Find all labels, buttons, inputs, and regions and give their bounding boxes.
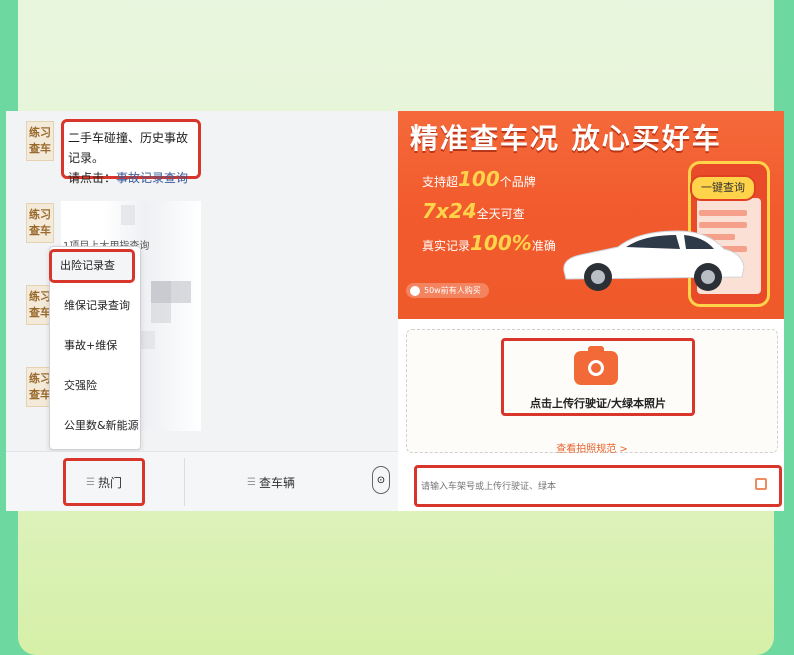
screenshot-composite: 练习 查车 二手车碰撞、历史事故记录。 请点击：事故记录查询 练习 查车 练习 查车 … — [6, 111, 784, 511]
tab-hot[interactable]: ☰ 热门 — [63, 458, 145, 506]
buyer-badge: 50w前有人购买 — [406, 283, 489, 298]
tab-divider — [184, 458, 185, 506]
quick-menu: 出险记录查 维保记录查询 事故+维保 交强险 公里数&新能源 — [49, 246, 141, 450]
bubble-prefix: 请点击： — [68, 171, 117, 185]
menu-item-maintenance[interactable]: 维保记录查询 — [56, 291, 142, 321]
vin-search-box — [414, 465, 782, 507]
vin-input[interactable] — [419, 474, 743, 500]
bot-avatar: 练习 查车 — [26, 203, 54, 243]
photo-guide-link[interactable]: 查看拍照规范 > — [407, 440, 777, 455]
menu-icon: ☰ — [86, 476, 95, 488]
robot-icon[interactable]: ⊙ — [372, 466, 390, 494]
bot-avatar: 练习 查车 — [26, 121, 54, 161]
tab-hot-label: 热门 — [97, 475, 122, 490]
camera-icon — [574, 346, 618, 385]
menu-item-mileage[interactable]: 公里数&新能源 — [56, 411, 142, 441]
scan-icon[interactable] — [755, 478, 767, 490]
banner-slogan: 精准查车况 放心买好车 — [410, 122, 722, 155]
menu-icon: ☰ — [247, 476, 256, 488]
feature-24h: 7x24全天可查 — [422, 199, 525, 223]
feature-brands: 支持超100个品牌 — [422, 167, 536, 191]
bubble-line-1: 二手车碰撞、历史事故记录。 — [68, 131, 189, 165]
promo-banner: 精准查车况 放心买好车 支持超100个品牌 7x24全天可查 真实记录100%准… — [398, 111, 784, 319]
car-illustration — [563, 230, 745, 291]
upload-label: 点击上传行驶证/大绿本照片 — [529, 397, 667, 410]
menu-item-compulsory-insurance[interactable]: 交强险 — [56, 371, 142, 401]
feature-accurate: 真实记录100%准确 — [422, 231, 556, 255]
tab-check-vehicle[interactable]: ☰ 查车辆 — [206, 452, 336, 511]
upload-license-button[interactable]: 点击上传行驶证/大绿本照片 — [501, 338, 695, 416]
menu-item-accident-maintenance[interactable]: 事故+维保 — [56, 331, 142, 361]
chat-bubble-accident: 二手车碰撞、历史事故记录。 请点击：事故记录查询 — [61, 119, 201, 185]
vehicle-check-page: 精准查车况 放心买好车 支持超100个品牌 7x24全天可查 真实记录100%准… — [398, 111, 784, 511]
chat-pane: 练习 查车 二手车碰撞、历史事故记录。 请点击：事故记录查询 练习 查车 练习 查车 … — [6, 111, 398, 511]
one-click-query-button[interactable]: 一键查询 — [690, 175, 756, 201]
bottom-tabbar: ☰ 热门 ☰ 查车辆 ⊙ — [6, 451, 398, 511]
menu-item-claim-record[interactable]: 出险记录查 — [49, 249, 135, 283]
tab-check-vehicle-label: 查车辆 — [258, 475, 295, 490]
accident-record-link[interactable]: 事故记录查询 — [116, 171, 188, 185]
upload-area: 点击上传行驶证/大绿本照片 查看拍照规范 > — [406, 329, 778, 455]
